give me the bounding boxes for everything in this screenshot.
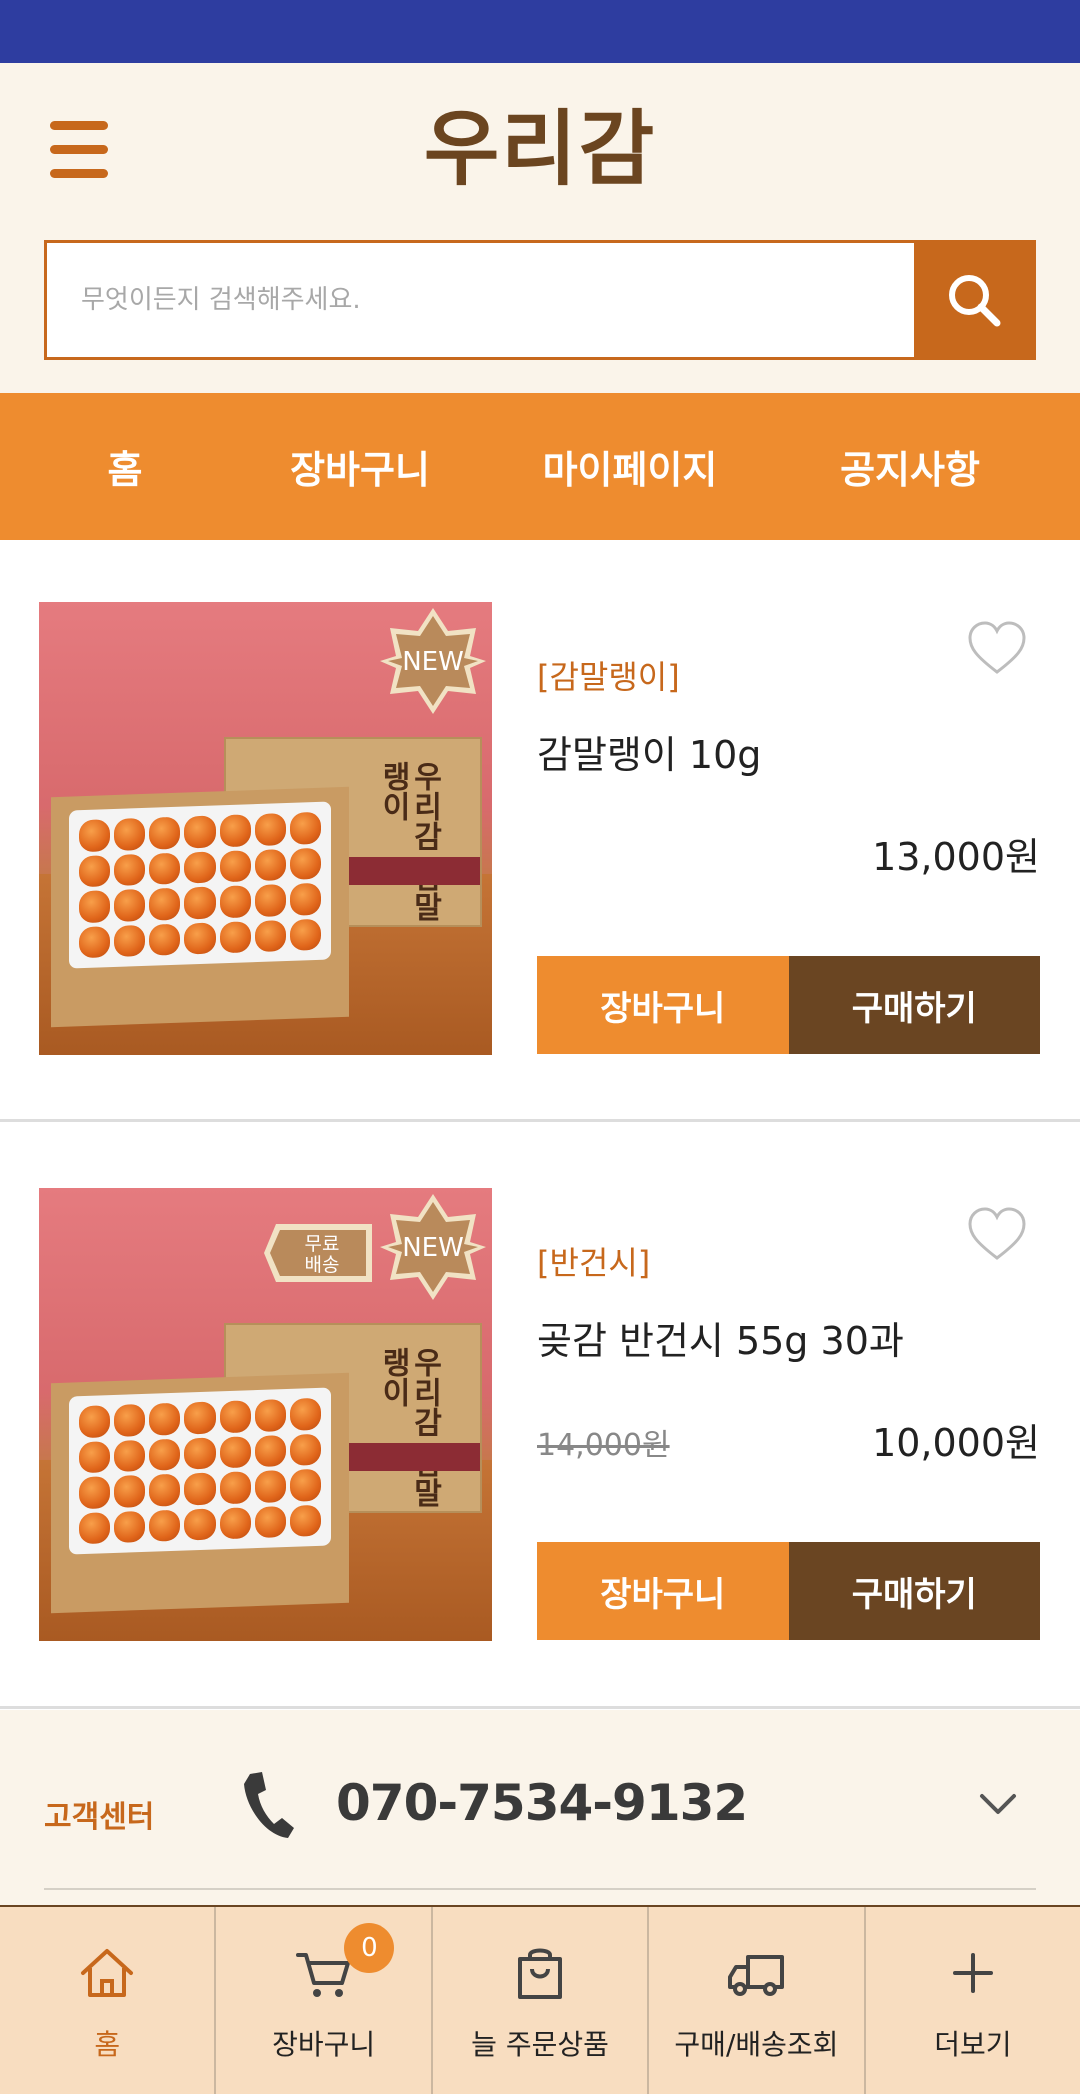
product-price: 13,000원 xyxy=(872,835,1040,879)
customer-center: 고객센터 070-7534-9132 xyxy=(0,1710,1080,1907)
tab-label: 구매/배송조회 xyxy=(674,2028,839,2061)
tab-label: 장바구니 xyxy=(272,2028,376,2061)
search-input[interactable] xyxy=(47,243,914,357)
nav-item-home[interactable]: 홈 xyxy=(0,439,250,494)
buy-now-button[interactable]: 구매하기 xyxy=(788,1542,1040,1640)
product-price: 10,000원 xyxy=(872,1421,1040,1465)
search-icon xyxy=(948,275,1000,327)
svg-text:배송: 배송 xyxy=(305,1254,340,1276)
buy-now-button[interactable]: 구매하기 xyxy=(788,956,1040,1054)
product-divider xyxy=(0,1706,1080,1709)
bottom-tab-bar: 홈 0 장바구니 늘 주문상품 구매/배송조회 더보기 xyxy=(0,1905,1080,2094)
add-to-cart-button[interactable]: 장바구니 xyxy=(537,956,789,1054)
customer-center-phone[interactable]: 070-7534-9132 xyxy=(336,1774,748,1832)
add-to-cart-button[interactable]: 장바구니 xyxy=(537,1542,789,1640)
product-image[interactable]: 우리감 감말랭이 NEW xyxy=(39,602,492,1055)
chevron-down-icon[interactable] xyxy=(976,1786,1020,1820)
tray-illustration xyxy=(51,1372,349,1614)
bag-icon xyxy=(518,1948,563,1999)
new-badge: NEW xyxy=(380,1194,486,1300)
divider xyxy=(44,1888,1036,1890)
heart-icon[interactable] xyxy=(966,1206,1028,1262)
tab-label: 홈 xyxy=(94,2028,121,2061)
product-actions: 장바구니 구매하기 xyxy=(537,1542,1040,1640)
plus-icon xyxy=(952,1953,993,1993)
free-shipping-badge: 무료 배송 xyxy=(264,1224,372,1282)
product-category: [감말랭이] xyxy=(537,658,680,696)
product-name[interactable]: 곶감 반건시 55g 30과 xyxy=(537,1310,904,1365)
product-category: [반건시] xyxy=(537,1244,651,1282)
nav-item-cart[interactable]: 장바구니 xyxy=(250,439,470,494)
phone-icon xyxy=(244,1772,294,1838)
heart-icon[interactable] xyxy=(966,620,1028,676)
truck-icon xyxy=(728,1955,785,1996)
cart-count-badge: 0 xyxy=(344,1923,395,1973)
home-icon xyxy=(81,1949,134,1997)
nav-item-notice[interactable]: 공지사항 xyxy=(790,439,1030,494)
tab-more[interactable]: 더보기 xyxy=(863,1907,1080,2094)
product-image[interactable]: 우리감 감말랭이 무료 배송 NEW xyxy=(39,1188,492,1641)
main-nav: 홈 장바구니 마이페이지 공지사항 xyxy=(0,393,1080,540)
tab-cart[interactable]: 0 장바구니 xyxy=(214,1907,430,2094)
svg-text:NEW: NEW xyxy=(402,1233,464,1263)
tab-label: 늘 주문상품 xyxy=(471,2028,609,2061)
new-badge: NEW xyxy=(380,608,486,714)
product-card: 우리감 감말랭이 NEW [감말랭이] 감말랭이 10g 13,000원 장바구… xyxy=(0,540,1080,1126)
nav-item-mypage[interactable]: 마이페이지 xyxy=(470,439,790,494)
customer-center-label: 고객센터 xyxy=(44,1800,155,1835)
search-button[interactable] xyxy=(914,243,1033,357)
original-price: 14,000원 xyxy=(537,1428,670,1463)
tab-frequent-orders[interactable]: 늘 주문상품 xyxy=(430,1907,647,2094)
search-bar xyxy=(44,240,1036,360)
tab-home[interactable]: 홈 xyxy=(0,1907,214,2094)
tab-label: 더보기 xyxy=(934,2028,1012,2061)
tab-order-tracking[interactable]: 구매/배송조회 xyxy=(647,1907,863,2094)
tray-illustration xyxy=(51,786,349,1028)
product-card: 우리감 감말랭이 무료 배송 NEW [반건시] 곶감 반건시 55g 30과 xyxy=(0,1122,1080,1708)
product-name[interactable]: 감말랭이 10g xyxy=(537,724,761,779)
header: 우리감 xyxy=(0,63,1080,393)
svg-text:NEW: NEW xyxy=(402,647,464,677)
status-bar xyxy=(0,0,1080,63)
svg-text:무료: 무료 xyxy=(305,1233,340,1255)
brand-logo[interactable]: 우리감 xyxy=(0,109,1080,191)
product-actions: 장바구니 구매하기 xyxy=(537,956,1040,1054)
